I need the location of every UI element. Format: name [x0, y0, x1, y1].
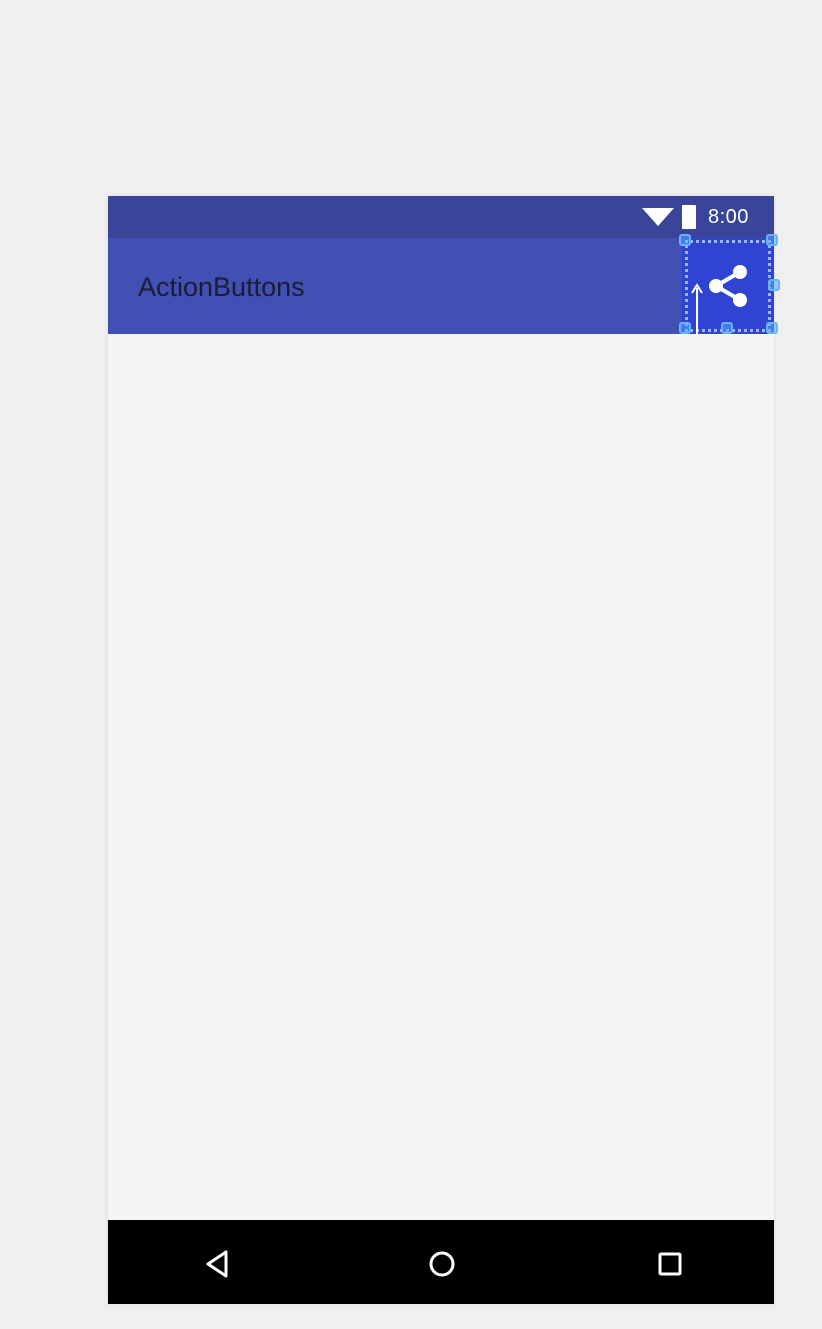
- selection-handle-right[interactable]: [768, 279, 780, 291]
- status-time: 8:00: [708, 206, 749, 228]
- navigation-bar: [108, 1220, 774, 1304]
- phone-frame: 8:00 ActionButtons: [108, 196, 780, 1304]
- selection-handle-top-left[interactable]: [679, 234, 691, 246]
- app-title: ActionButtons: [138, 272, 305, 302]
- back-triangle-icon: [206, 1250, 228, 1278]
- battery-icon: [682, 205, 696, 229]
- selection-handle-top-right[interactable]: [766, 234, 778, 246]
- selection-handle-bottom-mid[interactable]: [721, 322, 733, 334]
- selection-handle-bottom-right[interactable]: [766, 322, 778, 334]
- recents-button[interactable]: [650, 1244, 690, 1284]
- recents-square-icon: [658, 1252, 682, 1276]
- wifi-icon: [642, 208, 674, 226]
- home-circle-icon: [429, 1251, 455, 1277]
- status-bar: 8:00: [108, 196, 774, 238]
- home-button[interactable]: [422, 1244, 462, 1284]
- app-bar: ActionButtons: [108, 238, 774, 334]
- back-button[interactable]: [198, 1244, 238, 1284]
- content-area: [108, 334, 774, 1220]
